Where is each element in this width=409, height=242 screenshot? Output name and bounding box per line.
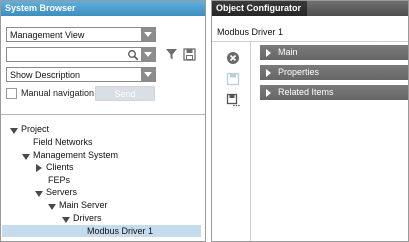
view-select[interactable]: Management View	[6, 27, 156, 42]
tree-node-label: Main Server	[59, 200, 108, 210]
section-related-items[interactable]: Related Items	[260, 85, 408, 100]
expand-arrow-icon[interactable]	[61, 214, 71, 224]
tree-node-servers[interactable]: Servers	[34, 186, 77, 198]
expand-arrow-icon[interactable]	[266, 89, 271, 97]
expand-arrow-icon[interactable]	[266, 49, 271, 57]
tree-node-modbus-driver-1[interactable]: Modbus Driver 1	[2, 225, 201, 237]
expand-arrow-icon[interactable]	[21, 151, 31, 161]
section-label: Main	[278, 47, 298, 57]
object-configurator-header: Object Configurator	[212, 1, 408, 16]
tree-node-label: Clients	[46, 162, 74, 172]
expand-arrow-icon[interactable]	[34, 188, 44, 198]
expand-arrow-icon[interactable]	[266, 69, 271, 77]
tree-node-label: Servers	[46, 187, 78, 197]
tree-node-feps[interactable]: FEPs	[48, 174, 70, 186]
chevron-down-icon[interactable]	[141, 28, 155, 41]
section-label: Related Items	[278, 87, 334, 97]
divider	[250, 42, 251, 241]
expand-arrow-icon[interactable]	[47, 201, 57, 211]
save-as-icon[interactable]	[226, 93, 240, 107]
expand-arrow-icon[interactable]	[9, 125, 19, 135]
tree-node-project[interactable]: Project	[9, 123, 49, 135]
tree-node-main-server[interactable]: Main Server	[47, 199, 108, 211]
filter-icon[interactable]	[165, 48, 178, 61]
description-select-value: Show Description	[10, 70, 81, 80]
section-label: Properties	[278, 67, 320, 77]
save-icon[interactable]	[183, 48, 196, 61]
search-icon[interactable]	[127, 49, 139, 61]
tree-node-label: Project	[21, 124, 50, 134]
system-browser-pane: System Browser Management View Show Desc…	[0, 0, 206, 242]
chevron-down-icon[interactable]	[141, 68, 155, 81]
chevron-down-icon[interactable]	[141, 48, 155, 61]
search-input[interactable]	[6, 47, 156, 62]
divider	[1, 114, 205, 115]
tree-node-management-system[interactable]: Management System	[21, 149, 118, 161]
divider	[212, 41, 408, 42]
collapse-arrow-icon[interactable]	[34, 163, 44, 173]
tree-node-clients[interactable]: Clients	[34, 161, 74, 173]
close-circle-icon[interactable]	[226, 51, 240, 65]
section-main[interactable]: Main	[260, 45, 408, 60]
tree-node-drivers[interactable]: Drivers	[61, 212, 102, 224]
tree-node-label: Drivers	[73, 213, 102, 223]
section-properties[interactable]: Properties	[260, 65, 408, 80]
description-select[interactable]: Show Description	[6, 67, 156, 82]
manual-navigation-label: Manual navigation	[21, 88, 95, 98]
tree-node-label: Management System	[33, 150, 119, 160]
tree-node-label: FEPs	[48, 175, 71, 185]
system-browser-header: System Browser	[1, 1, 205, 16]
object-configurator-tab[interactable]: Object Configurator	[212, 1, 307, 16]
save-icon[interactable]	[226, 72, 240, 86]
manual-navigation-checkbox[interactable]	[6, 88, 17, 99]
view-select-value: Management View	[10, 30, 85, 40]
tree-node-field-networks[interactable]: Field Networks	[33, 136, 93, 148]
tree-node-label: Modbus Driver 1	[87, 226, 154, 236]
tree-node-label: Field Networks	[33, 137, 93, 147]
send-button[interactable]: Send	[95, 86, 155, 101]
object-configurator-pane: Object Configurator Modbus Driver 1 Main…	[211, 0, 409, 242]
object-name: Modbus Driver 1	[217, 27, 284, 37]
